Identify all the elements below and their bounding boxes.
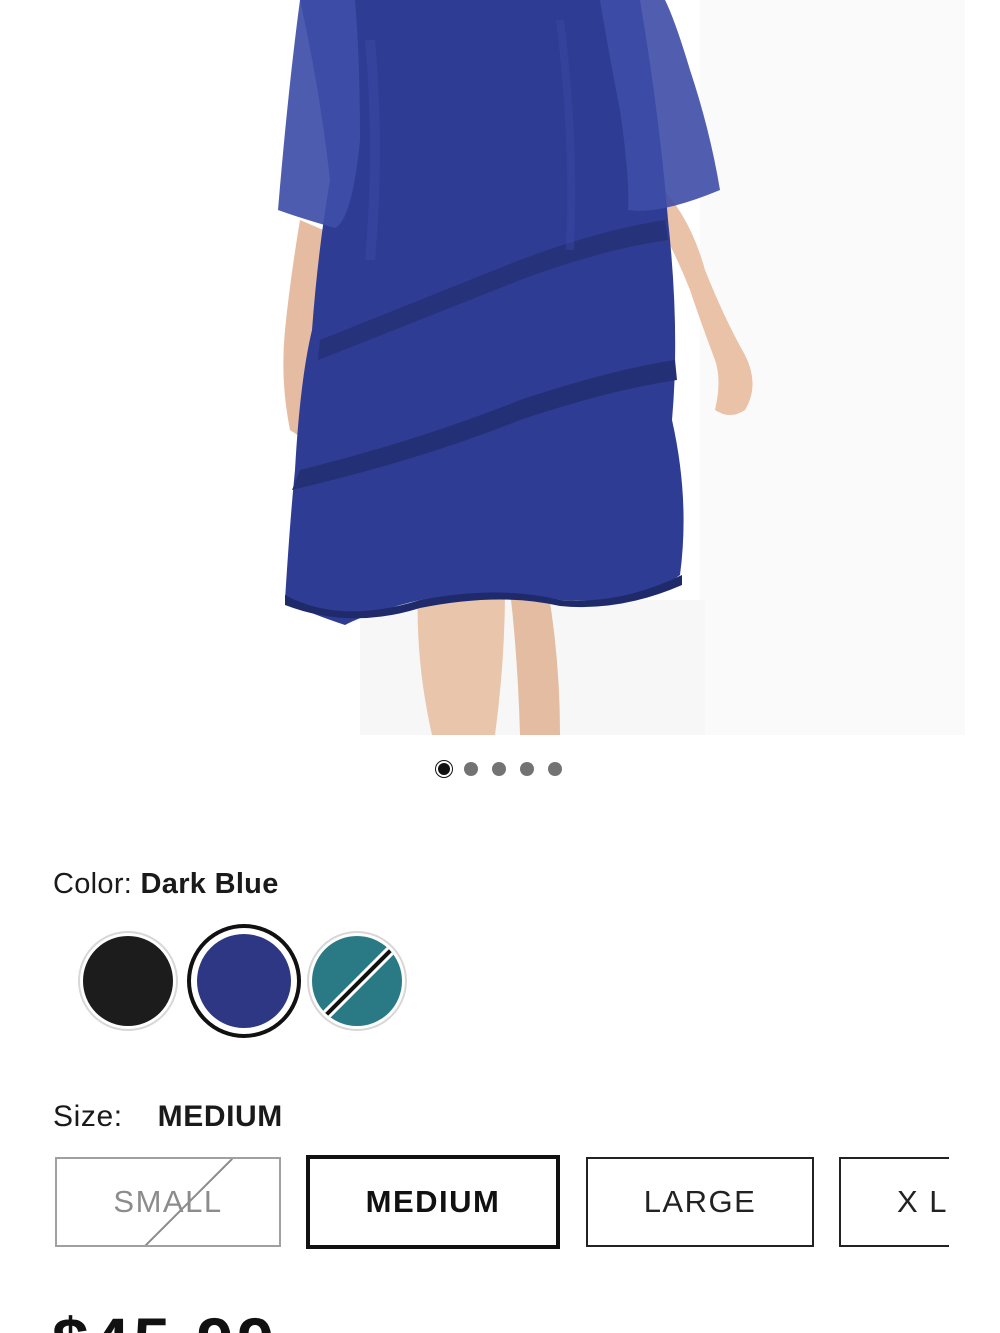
dress-photo [0,0,1000,740]
carousel-dot-1[interactable] [438,763,450,775]
color-swatch-dark-blue[interactable] [191,928,297,1034]
size-selected-value: MEDIUM [157,1100,283,1133]
size-button-medium[interactable]: MEDIUM [306,1155,560,1249]
color-swatches [78,928,418,1034]
size-heading: Size: MEDIUM [53,1100,283,1134]
size-button-medium-label: MEDIUM [365,1184,501,1219]
color-selected-value: Dark Blue [140,868,279,900]
size-button-xl[interactable]: X L [839,1157,949,1247]
size-button-large-label: LARGE [643,1184,757,1219]
carousel-dots [0,760,1000,778]
carousel-dot-4[interactable] [520,762,534,776]
size-button-small[interactable]: SMALL [55,1157,281,1247]
size-label: Size: [53,1100,123,1133]
color-swatch-black[interactable] [80,933,176,1029]
size-button-large[interactable]: LARGE [586,1157,814,1247]
size-button-small-label: SMALL [113,1184,223,1219]
carousel-dot-2[interactable] [464,762,478,776]
color-heading: Color: Dark Blue [53,868,279,901]
carousel-dot-3[interactable] [492,762,506,776]
size-scroll-clip: X L [839,1155,949,1251]
unavailable-slash-icon [314,936,402,1026]
color-swatch-teal[interactable] [309,933,405,1029]
color-label: Color: [53,868,133,900]
carousel-dot-5[interactable] [548,762,562,776]
size-button-xl-label: X L [897,1184,949,1219]
product-price: $45.99 [52,1308,278,1333]
product-image[interactable] [0,0,1000,740]
